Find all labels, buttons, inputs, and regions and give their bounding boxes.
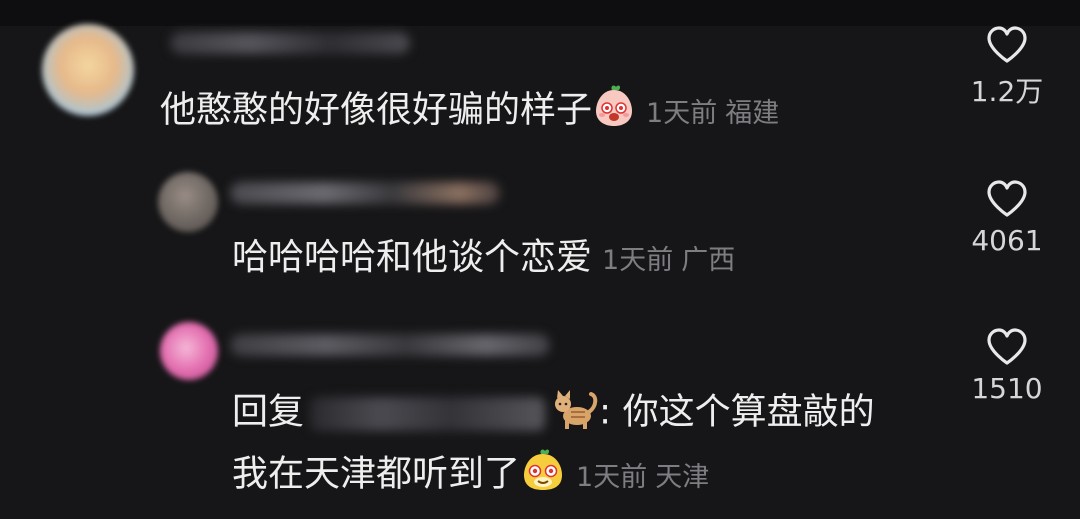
comment-body-line1: : 你这个算盘敲的: [599, 391, 875, 433]
comment-time: 1天前: [576, 461, 648, 493]
username-blurred[interactable]: [230, 182, 500, 204]
comment-meta: 1天前 天津: [576, 462, 709, 493]
comment-location: 福建: [725, 97, 780, 129]
comment-text-line2: 我在天津都听到了 1天前 天津: [232, 448, 709, 503]
reply-target-blurred[interactable]: [310, 396, 546, 431]
like-count: 4061: [971, 224, 1043, 257]
comment-meta: 1天前 广西: [602, 245, 735, 276]
avatar[interactable]: [158, 172, 218, 232]
heart-outline-icon: [987, 26, 1027, 63]
avatar[interactable]: [42, 24, 134, 116]
cat-emoji: [551, 386, 599, 441]
top-bar: [0, 0, 1080, 26]
heart-outline-icon: [987, 180, 1027, 217]
comment-meta: 1天前 福建: [646, 98, 779, 129]
username-blurred[interactable]: [230, 334, 550, 356]
like-count: 1510: [971, 372, 1043, 405]
heart-outline-icon: [987, 328, 1027, 365]
comment-time: 1天前: [646, 97, 718, 129]
comment-text: 他憨憨的好像很好骗的样子 1天前 福建: [160, 84, 779, 139]
reply-prefix: 回复: [232, 391, 305, 433]
comment-time: 1天前: [602, 245, 674, 276]
comment-location: 广西: [681, 245, 736, 276]
comment-text: 回复 : 你这个算盘敲的: [232, 386, 875, 441]
username-blurred[interactable]: [170, 32, 410, 54]
avatar[interactable]: [160, 322, 218, 380]
comment-text: 哈哈哈哈和他谈个恋爱 1天前 广西: [232, 236, 735, 283]
comment-body: 哈哈哈哈和他谈个恋爱: [232, 237, 593, 278]
blushing-peach-emoji: [592, 84, 636, 139]
like-button[interactable]: 1.2万: [962, 26, 1052, 110]
comment-body-line2: 我在天津都听到了: [232, 453, 521, 495]
comment-location: 天津: [655, 461, 710, 493]
comment-body: 他憨憨的好像很好骗的样子: [160, 89, 593, 131]
sly-face-emoji: [520, 448, 566, 503]
like-button[interactable]: 4061: [962, 180, 1052, 257]
like-count: 1.2万: [970, 75, 1044, 108]
like-button[interactable]: 1510: [962, 328, 1052, 405]
